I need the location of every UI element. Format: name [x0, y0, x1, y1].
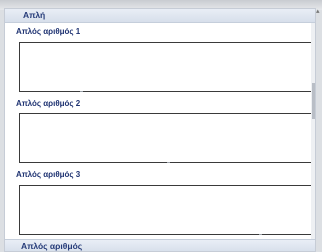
field-label-2: Απλός αριθμός 2	[16, 99, 81, 108]
vertical-scrollbar[interactable]	[311, 23, 315, 239]
chevron-up-icon[interactable]: ▴	[316, 8, 320, 16]
resize-mark	[80, 91, 83, 92]
next-section-title: Απλός αριθμός	[21, 241, 83, 251]
resize-mark	[167, 162, 170, 163]
form-panel: Απλή Απλός αριθμός 1 Απλός αριθμός 2 Απλ…	[4, 8, 316, 252]
resize-mark	[259, 234, 262, 235]
number-field-1[interactable]	[19, 42, 313, 92]
number-field-2[interactable]	[19, 113, 313, 163]
section-title: Απλή	[23, 10, 46, 20]
next-section-header[interactable]: Απλός αριθμός	[5, 239, 315, 251]
section-header[interactable]: Απλή	[5, 9, 315, 23]
scrollbar-thumb[interactable]	[312, 83, 315, 119]
field-label-1: Απλός αριθμός 1	[16, 27, 81, 36]
number-field-3[interactable]	[19, 185, 313, 235]
field-label-3: Απλός αριθμός 3	[16, 170, 81, 179]
